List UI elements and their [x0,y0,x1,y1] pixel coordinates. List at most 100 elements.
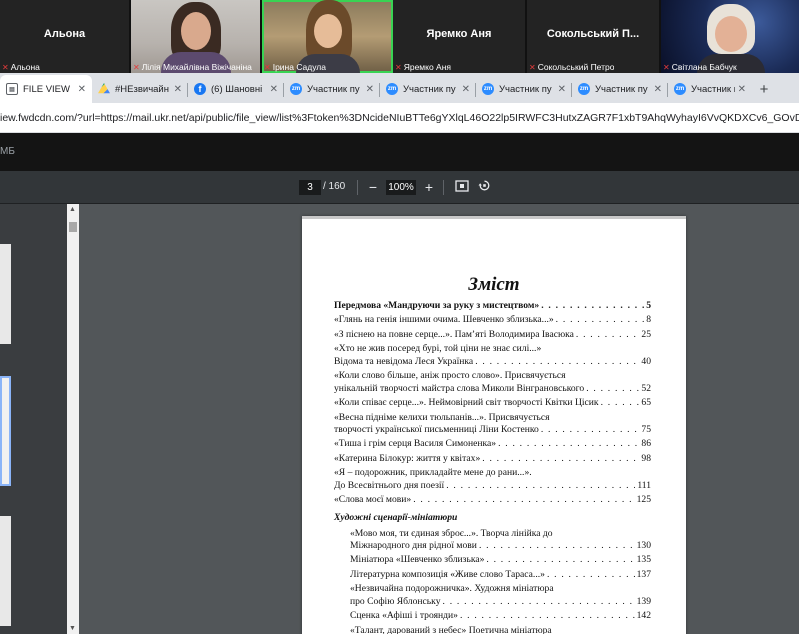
close-tab-icon[interactable]: ✕ [558,84,566,95]
toc-page-number: 125 [636,494,651,506]
toc-title: Зміст [468,274,520,295]
toc-page-number: 111 [637,479,651,491]
tab-file-view[interactable]: ▤ FILE VIEW ✕ [0,75,92,103]
participant-name-label: ✕ Яремко Аня [395,62,452,72]
participant-name-label: ✕ Альона [2,62,40,72]
minus-icon: − [368,179,378,195]
tab-facebook[interactable]: f (6) Шановні ✕ [188,75,284,103]
toolbar-divider [443,180,444,195]
participant-video-tile[interactable]: ✕ Ірина Садула [262,0,393,73]
participant-name-label: ✕ Ірина Садула [264,62,326,72]
toc-page-number: 86 [641,438,651,450]
toolbar-divider [357,180,358,195]
table-of-contents: Передмова «Мандруючи за руку з мистецтво… [334,300,651,634]
toc-entry-title: творчості української письменниці Ліни К… [334,423,539,435]
toc-entry-line: «Я – подорожник, прикладайте мене до ран… [334,467,532,479]
participant-face [715,16,747,52]
toc-entry-title: Передмова «Мандруючи за руку з мистецтво… [334,300,540,311]
close-tab-icon[interactable]: ✕ [654,84,662,95]
url-text[interactable]: iew.fwdcdn.com/?url=https://mail.ukr.net… [0,112,799,124]
toc-leader-dots [586,383,639,395]
toc-entry-title: До Всесвітнього дня поезії [334,479,445,491]
file-viewer-header: МБ [0,133,799,171]
close-tab-icon[interactable]: ✕ [366,84,374,95]
close-tab-icon[interactable]: ✕ [462,84,470,95]
browser-tab-bar: ▤ FILE VIEW ✕ #НЕзвичайн ✕ f (6) Шановні… [0,73,799,103]
toc-entry: «Я – подорожник, прикладайте мене до ран… [334,467,651,492]
thumbnail-sidebar [0,204,67,634]
participant-name-label: ✕ Світлана Бабчук [663,62,737,72]
toc-entry: «Тиша і грім серця Василя Симоненка» 86 [334,438,651,450]
muted-mic-icon: ✕ [2,63,9,72]
file-view-icon: ▤ [6,83,18,95]
participant-tile[interactable]: Сокольський П... ✕ Сокольський Петро [527,0,661,73]
toc-entry-row: Літературна композиція «Живе слово Тарас… [350,569,651,581]
close-tab-icon[interactable]: ✕ [174,84,182,95]
page-thumbnail[interactable] [0,516,11,626]
toc-entry: «Катерина Білокур: життя у квітах» 98 [334,453,651,465]
plus-icon: + [759,80,769,98]
scrollbar-thumb[interactable] [69,222,77,232]
fit-to-page-button[interactable] [454,179,470,196]
toc-entry-row: «Коли співає серце...». Неймовірний світ… [334,397,651,409]
toc-leader-dots [479,540,635,552]
pdf-viewport[interactable]: ▲ ▼ Зміст Передмова «Мандруючи за руку з… [0,204,799,634]
toc-page-number: 65 [641,397,651,409]
toc-page-number: 25 [641,328,651,340]
zoom-out-button[interactable]: − [365,179,381,196]
toc-entry: «Слова моєї мови» 125 [334,494,651,506]
toc-page-number: 75 [641,423,651,435]
toc-leader-dots [498,438,639,450]
tab-zoom-participant[interactable]: zm Участник пу ✕ [284,75,380,103]
close-tab-icon[interactable]: ✕ [78,84,86,95]
toc-page-number: 40 [641,355,651,367]
tab-google-drive[interactable]: #НЕзвичайн ✕ [92,75,188,103]
toc-entry-title: «Катерина Білокур: життя у квітах» [334,452,481,464]
participant-video-tile[interactable]: ✕ Світлана Бабчук [661,0,799,73]
toc-entry-row: «Глянь на генія іншими очима. Шевченко з… [334,314,651,326]
muted-mic-icon: ✕ [663,63,670,72]
tab-label: (6) Шановні [211,83,263,95]
zoom-in-button[interactable]: + [421,179,437,196]
toc-entry: «Хто не жив посеред бурі, той ціни не зн… [334,343,651,368]
toc-entry-row: Сценка «Афіші і троянди» 142 [350,610,651,622]
close-tab-icon[interactable]: ✕ [270,84,278,95]
participant-big-name: Альона [43,28,86,40]
tab-zoom-participant[interactable]: zm Участник пу ✕ [668,75,752,103]
video-participant-strip: Альона ✕ Альона ✕ Лілія Михайлівна Віжічан… [0,0,799,73]
toc-leader-dots [547,569,635,581]
tab-zoom-participant[interactable]: zm Участник пу ✕ [380,75,476,103]
toc-leader-dots [413,494,634,506]
zoom-level-input[interactable]: 100% [386,180,416,195]
tab-zoom-participant[interactable]: zm Участник пу ✕ [476,75,572,103]
rotate-icon [478,180,489,191]
page-thumbnail[interactable] [0,244,11,344]
toc-page-number: 137 [636,568,651,580]
toc-entry-line: «Хто не жив посеред бурі, той ціни не зн… [334,343,542,355]
page-number-input[interactable]: 3 [299,180,321,195]
tab-zoom-participant[interactable]: zm Участник пу ✕ [572,75,668,103]
toc-section-heading: Художні сценарії-мініатюри [334,512,458,524]
participant-big-name: Яремко Аня [426,28,492,40]
scroll-down-icon[interactable]: ▼ [69,625,76,632]
page-thumbnail-selected[interactable] [0,376,11,486]
participant-tile[interactable]: Яремко Аня ✕ Яремко Аня [393,0,527,73]
toc-entry-title: «Тиша і грім серця Василя Симоненка» [334,438,497,450]
participant-tile[interactable]: Альона ✕ Альона [0,0,131,73]
toc-leader-dots [601,397,640,409]
participant-video-tile[interactable]: ✕ Лілія Михайлівна Віжічаніна [131,0,262,73]
rotate-button[interactable] [476,179,492,196]
close-tab-icon[interactable]: ✕ [738,84,746,95]
toc-entry-title: про Софію Яблонську [350,595,441,607]
new-tab-button[interactable]: + [752,75,776,103]
facebook-icon: f [194,83,206,95]
thumbnail-scrollbar[interactable]: ▲ ▼ [67,204,79,634]
tab-label: FILE VIEW [23,83,70,95]
toc-entry-title: «Слова моєї мови» [334,494,412,506]
file-size-label: МБ [0,146,15,157]
zoom-icon: zm [578,83,590,95]
toc-entry-row: унікальній творчості майстра слова Микол… [334,383,651,395]
scroll-up-icon[interactable]: ▲ [69,206,76,213]
toc-entry: «Талант, дарований з небес» Поетична мін… [334,625,651,634]
address-bar[interactable]: iew.fwdcdn.com/?url=https://mail.ukr.net… [0,103,799,133]
